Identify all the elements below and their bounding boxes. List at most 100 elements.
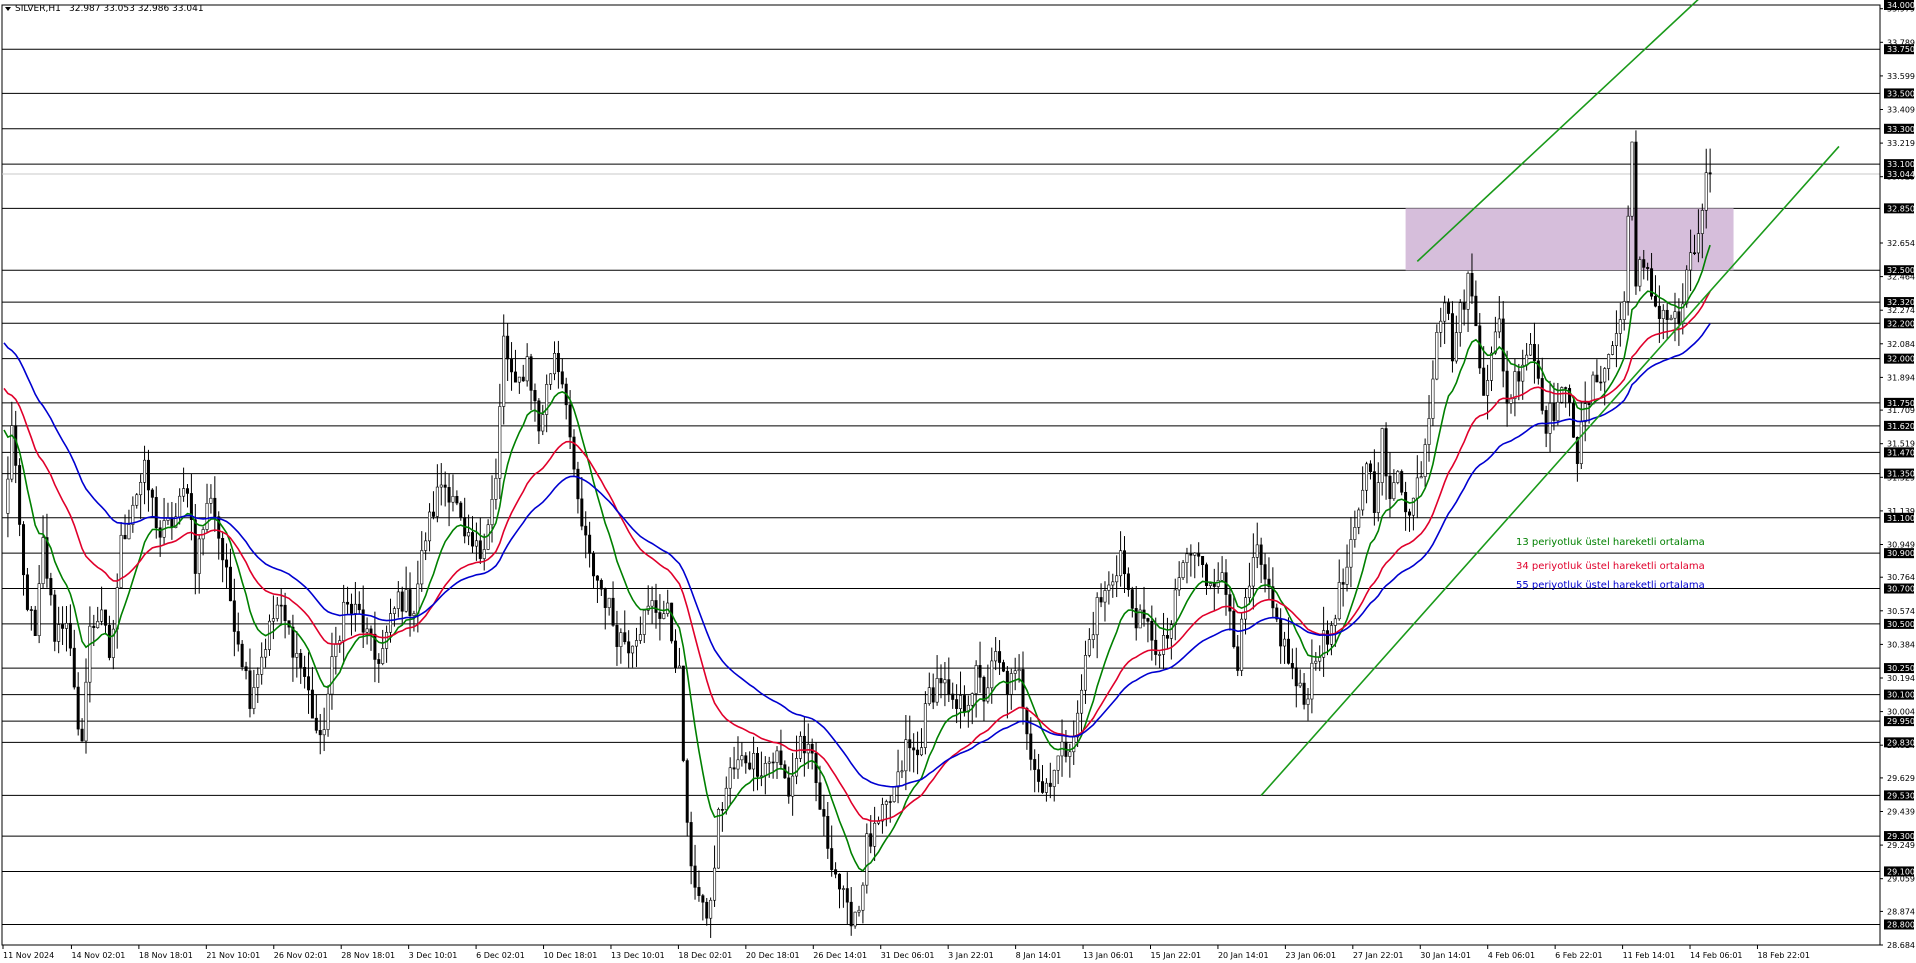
candle-body: [1646, 267, 1650, 269]
candle-body: [767, 761, 771, 764]
candle-body: [1653, 295, 1657, 307]
candle-body: [623, 632, 627, 643]
moving-averages: [3, 244, 1711, 872]
price-level-label: 30.100: [1887, 691, 1915, 700]
price-level-label: 33.500: [1887, 89, 1915, 98]
time-tick-label: 10 Dec 18:01: [544, 951, 598, 960]
candle-body: [1579, 421, 1583, 464]
candle-body: [1357, 509, 1361, 528]
candle-body: [549, 373, 553, 385]
candle-body: [349, 603, 353, 614]
candle-body: [256, 674, 260, 688]
candle-body: [1251, 557, 1255, 587]
candle-body: [619, 632, 623, 647]
candle-body: [962, 695, 966, 713]
candle-body: [1037, 769, 1041, 782]
candle-body: [834, 869, 838, 875]
candle-body: [795, 758, 799, 777]
candle-body: [1326, 630, 1330, 645]
candle-body: [252, 687, 256, 709]
candle-body: [1076, 712, 1080, 738]
candle-body: [798, 735, 802, 759]
candle-body: [912, 747, 916, 751]
candle-body: [217, 516, 221, 539]
candle-body: [720, 809, 724, 811]
time-tick-label: 4 Feb 06:01: [1488, 951, 1535, 960]
time-tick-label: 8 Jan 14:01: [1016, 951, 1062, 960]
candle-body: [221, 537, 225, 561]
legend: 13 periyotluk üstel hareketli ortalama 3…: [1516, 537, 1705, 591]
candle-body: [107, 625, 111, 658]
candle-body: [904, 739, 908, 772]
time-tick-label: 11 Feb 14:01: [1623, 951, 1675, 960]
price-level-label: 32.320: [1887, 298, 1915, 307]
price-chart[interactable]: 33.97933.78933.59933.40933.21933.02932.6…: [0, 0, 1916, 963]
candle-body: [1634, 141, 1638, 287]
candle-body: [990, 660, 994, 689]
candle-body: [1376, 482, 1380, 513]
candle-body: [467, 532, 471, 537]
price-level-label: 30.900: [1887, 549, 1915, 558]
candle-body: [275, 604, 279, 619]
price-tick-label: 31.894: [1887, 373, 1915, 382]
candle-body: [310, 689, 314, 719]
candle-body: [1177, 577, 1181, 591]
candle-body: [599, 580, 603, 590]
candle-body: [1466, 272, 1470, 310]
candle-body: [1497, 318, 1501, 333]
candle-body: [1142, 609, 1146, 619]
candle-body: [779, 750, 783, 765]
candle-body: [1642, 259, 1646, 268]
candle-body: [439, 484, 443, 488]
candle-body: [307, 676, 311, 691]
candle-body: [1595, 374, 1599, 383]
candle-body: [1146, 618, 1150, 622]
candle-body: [588, 534, 592, 554]
candle-body: [1657, 305, 1661, 319]
candle-body: [1470, 272, 1474, 297]
price-level-label: 31.470: [1887, 448, 1915, 457]
candle-body: [123, 534, 127, 540]
price-tick-label: 30.194: [1887, 674, 1915, 683]
candle-body: [1384, 428, 1388, 477]
candle-body: [240, 643, 244, 667]
candle-body: [896, 771, 900, 788]
candle-body: [1080, 689, 1084, 714]
candle-body: [634, 640, 638, 647]
candle-body: [303, 667, 307, 677]
candle-body: [127, 524, 131, 540]
candle-body: [982, 677, 986, 702]
candle-body: [1068, 751, 1072, 757]
candle-body: [29, 609, 33, 611]
candle-body: [1337, 582, 1341, 620]
candle-body: [931, 687, 935, 703]
candle-body: [365, 628, 369, 633]
price-tick-label: 29.439: [1887, 807, 1915, 816]
dropdown-triangle-icon[interactable]: [5, 7, 11, 11]
time-tick-label: 13 Jan 06:01: [1083, 951, 1134, 960]
candle-body: [837, 873, 841, 890]
price-level-label: 31.750: [1887, 399, 1915, 408]
price-axis: 33.97933.78933.59933.40933.21933.02932.6…: [1879, 0, 1915, 950]
candle-body: [1532, 343, 1536, 362]
candle-body: [1095, 597, 1099, 636]
legend-ema13: 13 periyotluk üstel hareketli ortalama: [1516, 537, 1705, 548]
candle-body: [1185, 553, 1189, 563]
candle-body: [37, 583, 41, 637]
candle-body: [1122, 550, 1126, 575]
time-axis: 11 Nov 2024 14 Nov 02:01 18 Nov 18:01 21 No…: [2, 944, 1880, 960]
candle-body: [888, 801, 892, 803]
candle-body: [841, 888, 845, 890]
candle-body: [1365, 463, 1369, 491]
price-tick-label: 30.949: [1887, 540, 1915, 549]
candle-body: [314, 717, 318, 731]
candle-body: [627, 641, 631, 654]
candle-body: [1286, 638, 1290, 664]
candle-body: [1618, 319, 1622, 334]
candle-body: [681, 665, 685, 761]
candle-body: [357, 603, 361, 611]
candle-body: [1294, 667, 1298, 687]
candle-body: [260, 656, 264, 675]
candle-body: [1661, 309, 1665, 319]
candle-body: [228, 566, 232, 602]
